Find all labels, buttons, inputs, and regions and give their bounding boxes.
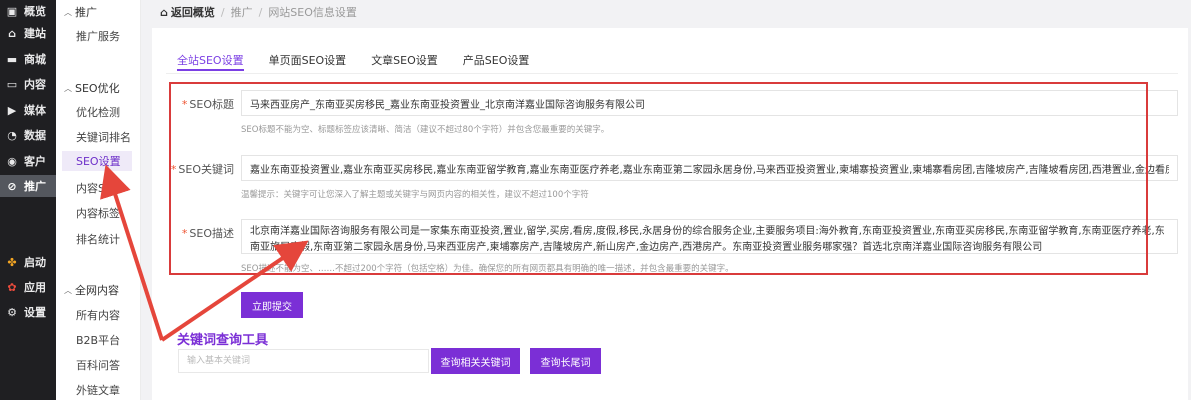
document-icon: ▭ — [6, 77, 18, 91]
tab-page-seo[interactable]: 单页面SEO设置 — [269, 52, 347, 72]
tab-product-seo[interactable]: 产品SEO设置 — [463, 52, 530, 72]
chevron-up-icon: ︿ — [64, 7, 72, 17]
user-icon: ◉ — [7, 154, 17, 168]
sidebar-item-qa[interactable]: 百科问答 — [76, 357, 120, 373]
group-promotion[interactable]: ︿ 推广 — [64, 4, 97, 20]
breadcrumb-home[interactable]: ⌂ 返回概览 — [160, 4, 215, 20]
seo-settings-card: 全站SEO设置 单页面SEO设置 文章SEO设置 产品SEO设置 * SEO标题 … — [152, 28, 1188, 400]
seo-desc-hint: SEO描述不能为空、……不超过200个字符（包括空格）为佳。确保您的所有网页都具… — [241, 264, 734, 274]
query-related-keywords-button[interactable]: 查询相关关键词 — [431, 348, 520, 374]
sidebar-item-optimize-check[interactable]: 优化检测 — [76, 104, 120, 120]
shop-icon: ▬ — [6, 52, 18, 66]
group-all-content[interactable]: ︿ 全网内容 — [64, 282, 119, 298]
query-longtail-button[interactable]: 查询长尾词 — [530, 348, 601, 374]
group-seo[interactable]: ︿ SEO优化 — [64, 80, 120, 96]
link-icon: ⊘ — [7, 179, 17, 193]
seo-title-input[interactable] — [241, 90, 1178, 116]
seo-keywords-hint: 温馨提示：关键字可让您深入了解主题或关键字与网页内容的相关性，建议不超过100个… — [241, 190, 589, 200]
nav-promotion[interactable]: ⊘ 推广 — [0, 175, 56, 197]
nav-content[interactable]: ▭ 内容 — [0, 73, 56, 95]
media-icon: ▶ — [7, 103, 17, 117]
sidebar-item-seo-settings[interactable]: SEO设置 — [62, 151, 132, 171]
home-icon: ⌂ — [8, 26, 16, 40]
sidebar-item-articles[interactable]: 外链文章 — [76, 382, 120, 398]
apps-icon: ✿ — [7, 280, 17, 294]
sidebar-item-content-seo[interactable]: 内容SE — [76, 180, 112, 196]
seo-title-hint: SEO标题不能为空、标题标签应该清晰、简洁（建议不超过80个字符）并包含您最重要… — [241, 125, 610, 135]
sidebar-item-keyword-rank[interactable]: 关键词排名 — [76, 129, 131, 145]
nav-launch[interactable]: ✤ 启动 — [0, 251, 56, 273]
sub-sidebar: ︿ 推广 推广服务 ︿ SEO优化 优化检测 关键词排名 SEO设置 内容SE … — [56, 0, 141, 400]
sidebar-item-promotion-service[interactable]: 推广服务 — [76, 28, 120, 44]
main-sidebar: ▣ 概览 ⌂ 建站 ▬ 商城 ▭ 内容 ▶ 媒体 ◔ 数据 ◉ 客户 ⊘ 推广 … — [0, 0, 56, 400]
seo-title-label: * SEO标题 — [181, 98, 234, 111]
nav-shop[interactable]: ▬ 商城 — [0, 48, 56, 70]
gear-icon: ⚙ — [7, 305, 17, 319]
tab-divider — [166, 73, 1178, 74]
keyword-search-input[interactable] — [178, 349, 429, 373]
seo-keywords-label: * SEO关键词 — [170, 163, 234, 176]
sidebar-item-rank-stats[interactable]: 排名统计 — [76, 231, 120, 247]
breadcrumb: ⌂ 返回概览 / 推广 / 网站SEO信息设置 — [160, 4, 357, 20]
nav-overview[interactable]: ▣ 概览 — [0, 0, 56, 22]
tab-bar: 全站SEO设置 单页面SEO设置 文章SEO设置 产品SEO设置 — [177, 52, 554, 72]
seo-keywords-input[interactable] — [241, 155, 1178, 181]
launch-icon: ✤ — [7, 255, 17, 269]
seo-desc-textarea[interactable]: 北京南洋嘉业国际咨询服务有限公司是一家集东南亚投资,置业,留学,买房,看房,度假… — [241, 219, 1178, 254]
breadcrumb-current: 网站SEO信息设置 — [268, 6, 357, 19]
sidebar-item-content-tags[interactable]: 内容标签 — [76, 205, 120, 221]
nav-site[interactable]: ⌂ 建站 — [0, 22, 56, 44]
seo-desc-label: * SEO描述 — [181, 227, 234, 240]
chart-icon: ◔ — [7, 128, 17, 142]
tab-site-seo[interactable]: 全站SEO设置 — [177, 52, 244, 72]
nav-settings[interactable]: ⚙ 设置 — [0, 301, 56, 323]
dashboard-icon: ▣ — [6, 4, 18, 18]
chevron-up-icon: ︿ — [64, 285, 72, 295]
submit-button[interactable]: 立即提交 — [241, 292, 303, 318]
home-icon: ⌂ — [160, 5, 168, 19]
tab-article-seo[interactable]: 文章SEO设置 — [371, 52, 438, 72]
sidebar-item-b2b[interactable]: B2B平台 — [76, 332, 120, 348]
nav-media[interactable]: ▶ 媒体 — [0, 99, 56, 121]
sidebar-item-all-content[interactable]: 所有内容 — [76, 307, 120, 323]
chevron-up-icon: ︿ — [64, 83, 72, 93]
nav-customer[interactable]: ◉ 客户 — [0, 150, 56, 172]
nav-data[interactable]: ◔ 数据 — [0, 124, 56, 146]
nav-apps[interactable]: ✿ 应用 — [0, 276, 56, 298]
breadcrumb-promotion[interactable]: 推广 — [231, 4, 253, 20]
keyword-tool-title: 关键词查询工具 — [177, 333, 269, 348]
